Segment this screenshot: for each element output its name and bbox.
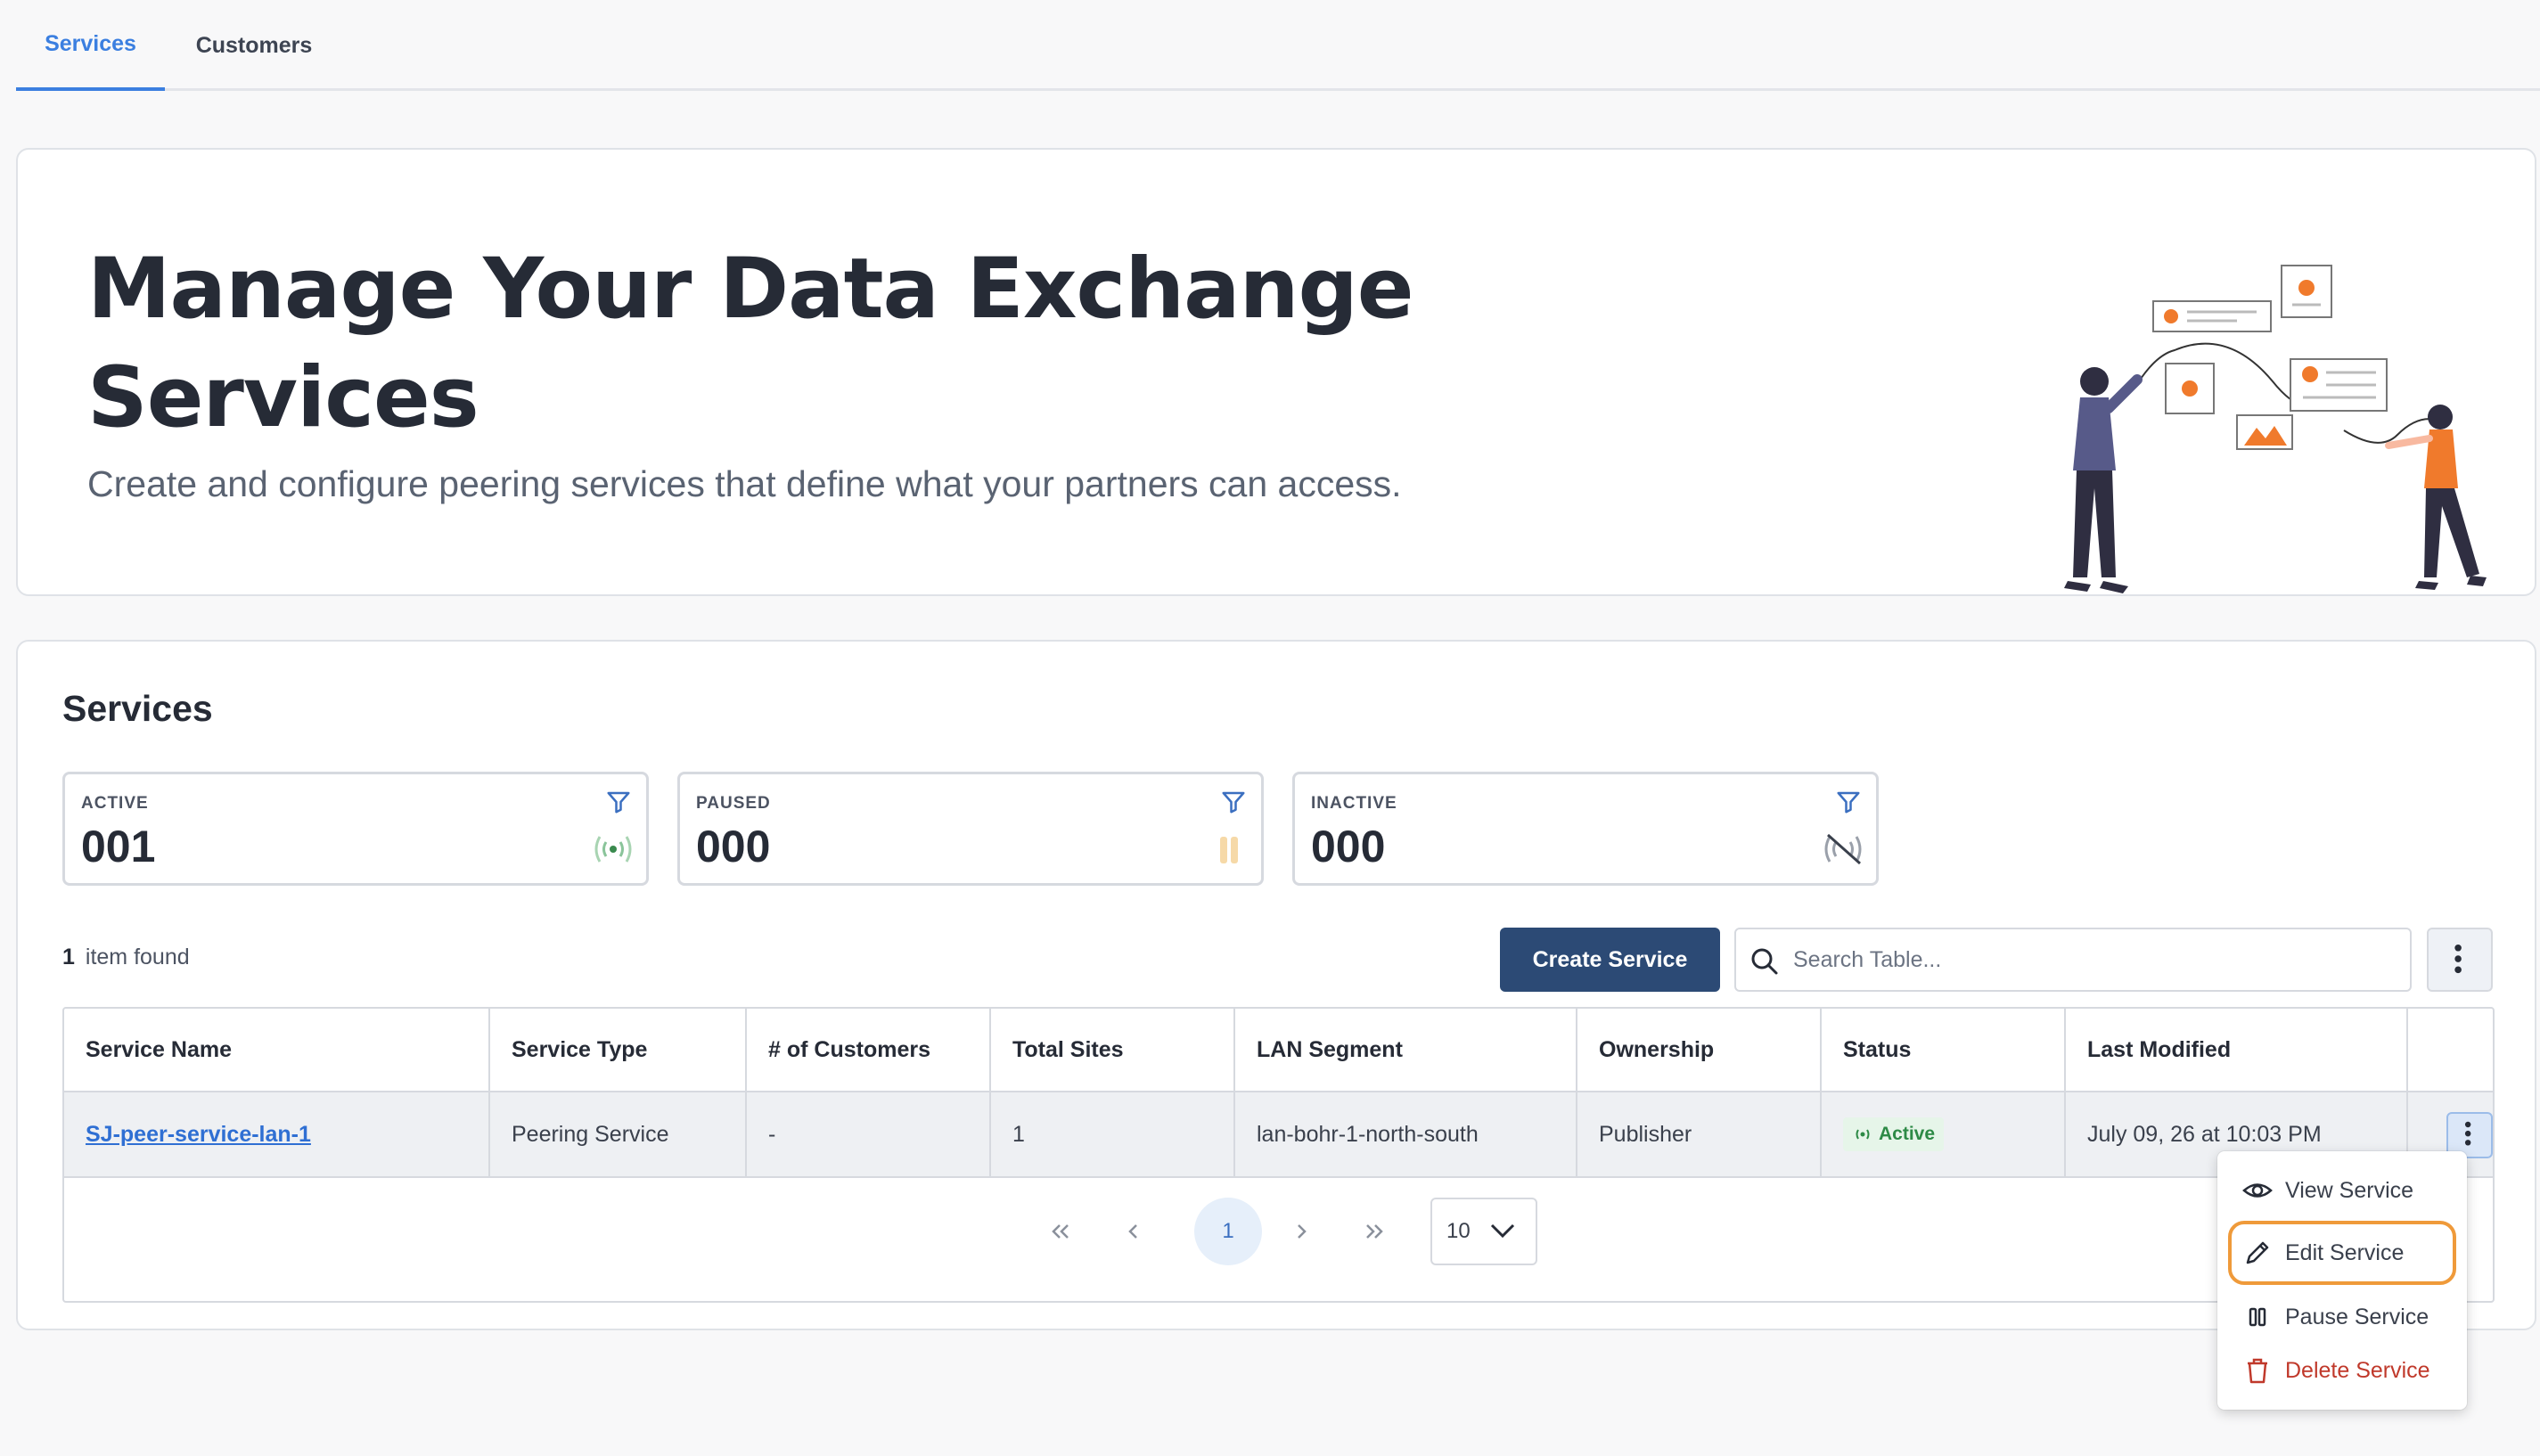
status-badge: Active	[1843, 1117, 1945, 1151]
edit-service-label: Edit Service	[2285, 1239, 2405, 1265]
more-vertical-icon	[2464, 1121, 2471, 1146]
stat-inactive-value: 000	[1311, 822, 1386, 871]
broadcast-off-icon	[1824, 833, 1862, 865]
services-card: Services ACTIVE 001 PAUSED 000 INACTIVE …	[16, 640, 2536, 1330]
chevron-right-icon	[1298, 1224, 1307, 1239]
page-subtitle: Create and configure peering services th…	[87, 463, 1402, 504]
cell-service-type: Peering Service	[490, 1092, 747, 1176]
create-service-button[interactable]: Create Service	[1500, 928, 1720, 992]
tab-services[interactable]: Services	[16, 0, 165, 91]
search-input[interactable]	[1793, 929, 2399, 990]
results-count-label: item found	[85, 945, 190, 969]
column-header-actions	[2408, 1009, 2493, 1091]
page-title: Manage Your Data Exchange Services	[87, 241, 1414, 446]
cell-service-name: SJ-peer-service-lan-1	[64, 1092, 490, 1176]
pause-service-label: Pause Service	[2285, 1304, 2429, 1329]
stat-active-value: 001	[81, 822, 156, 871]
delete-service-label: Delete Service	[2285, 1357, 2430, 1383]
stat-inactive: INACTIVE 000	[1292, 772, 1879, 886]
chevron-down-icon	[1490, 1223, 1515, 1239]
cell-lan-segment: lan-bohr-1-north-south	[1235, 1092, 1577, 1176]
delete-service-menu-item[interactable]: Delete Service	[2228, 1338, 2456, 1403]
pause-icon	[1220, 837, 1238, 863]
filter-icon[interactable]	[1220, 789, 1247, 815]
status-text: Active	[1879, 1124, 1936, 1144]
column-header-status[interactable]: Status	[1822, 1009, 2066, 1091]
column-header-last-modified[interactable]: Last Modified	[2066, 1009, 2408, 1091]
chevrons-right-icon	[1366, 1224, 1383, 1239]
search-icon	[1751, 948, 1778, 975]
service-name-link[interactable]: SJ-peer-service-lan-1	[86, 1122, 311, 1148]
stat-active: ACTIVE 001	[62, 772, 649, 886]
edit-service-menu-item[interactable]: Edit Service	[2228, 1221, 2456, 1285]
chevrons-left-icon	[1052, 1224, 1069, 1239]
page-1-button[interactable]: 1	[1194, 1198, 1262, 1265]
trash-icon	[2248, 1358, 2267, 1384]
column-header-service-name[interactable]: Service Name	[64, 1009, 490, 1091]
previous-page-button[interactable]	[1107, 1205, 1160, 1258]
results-count-number: 1	[62, 945, 75, 969]
next-page-button[interactable]	[1274, 1205, 1328, 1258]
chevron-left-icon	[1128, 1224, 1137, 1239]
broadcast-icon	[1856, 1129, 1870, 1140]
stat-paused: PAUSED 000	[677, 772, 1264, 886]
view-service-label: View Service	[2285, 1177, 2414, 1203]
services-heading: Services	[62, 688, 213, 729]
filter-icon[interactable]	[605, 789, 632, 815]
search-box	[1734, 928, 2412, 992]
column-header-customers[interactable]: # of Customers	[747, 1009, 991, 1091]
stat-paused-label: PAUSED	[696, 794, 771, 813]
row-actions-menu: View Service Edit Service Pause Service …	[2217, 1151, 2467, 1410]
cell-customers: -	[747, 1092, 991, 1176]
pagination: 1 10	[64, 1196, 2493, 1267]
first-page-button[interactable]	[1034, 1205, 1087, 1258]
stat-paused-value: 000	[696, 822, 771, 871]
results-count: 1 item found	[62, 945, 190, 970]
column-header-total-sites[interactable]: Total Sites	[991, 1009, 1235, 1091]
eye-icon	[2242, 1183, 2273, 1198]
stat-inactive-label: INACTIVE	[1311, 794, 1397, 813]
filter-icon[interactable]	[1835, 789, 1862, 815]
cell-ownership: Publisher	[1577, 1092, 1822, 1176]
column-header-service-type[interactable]: Service Type	[490, 1009, 747, 1091]
pencil-icon	[2246, 1241, 2269, 1264]
cell-total-sites: 1	[991, 1092, 1235, 1176]
stat-active-label: ACTIVE	[81, 794, 149, 813]
tab-customers[interactable]: Customers	[165, 0, 343, 91]
page-size-select[interactable]: 10	[1430, 1198, 1537, 1265]
pause-icon	[2249, 1307, 2266, 1327]
cell-status: Active	[1822, 1092, 2066, 1176]
table-row: SJ-peer-service-lan-1 Peering Service - …	[64, 1092, 2493, 1178]
hero-card: Manage Your Data Exchange Services Creat…	[16, 148, 2536, 596]
table-header: Service Name Service Type # of Customers…	[64, 1009, 2493, 1092]
column-header-lan-segment[interactable]: LAN Segment	[1235, 1009, 1577, 1091]
more-vertical-icon	[2454, 945, 2462, 974]
broadcast-icon	[594, 836, 632, 863]
tab-bar: Services Customers	[16, 0, 2540, 91]
data-exchange-illustration	[2064, 265, 2487, 593]
column-header-ownership[interactable]: Ownership	[1577, 1009, 1822, 1091]
view-service-menu-item[interactable]: View Service	[2228, 1158, 2456, 1223]
page-size-value: 10	[1446, 1219, 1471, 1243]
table-options-button[interactable]	[2427, 928, 2493, 992]
last-page-button[interactable]	[1348, 1205, 1401, 1258]
services-table: Service Name Service Type # of Customers…	[62, 1007, 2495, 1303]
